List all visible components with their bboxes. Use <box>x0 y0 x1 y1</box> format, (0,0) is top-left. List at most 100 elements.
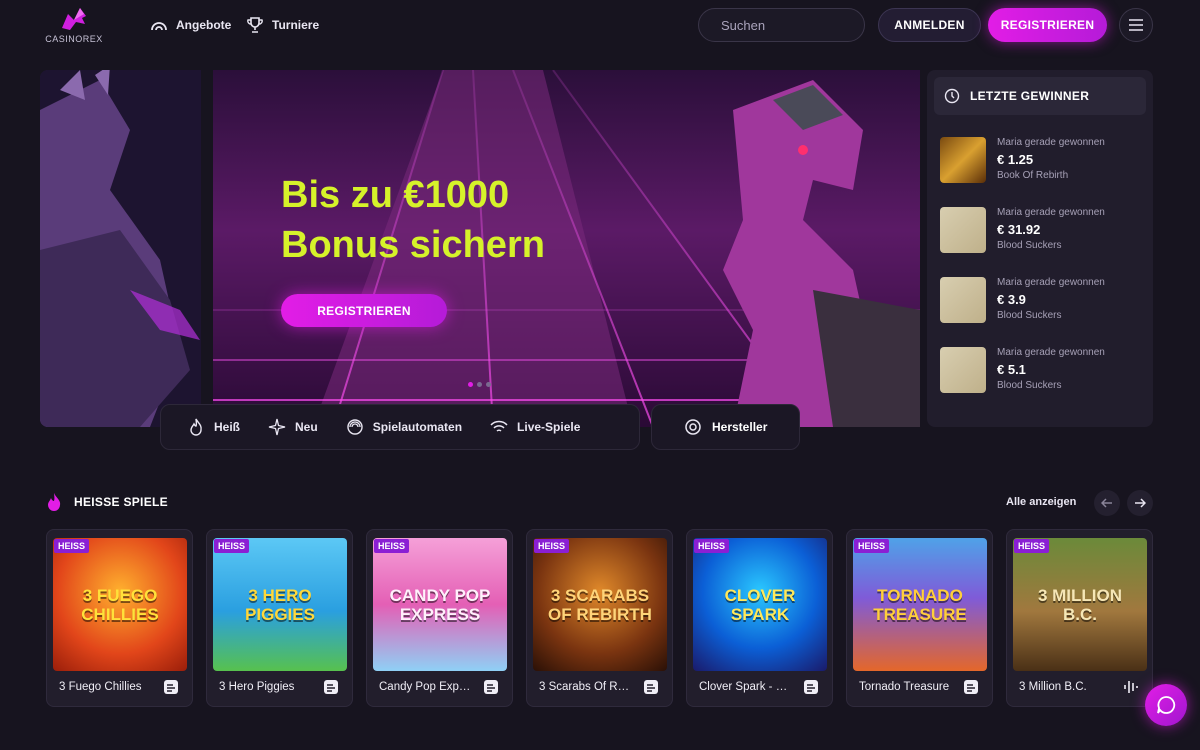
winner-who: Maria gerade gewonnen <box>997 277 1105 288</box>
game-thumbnail: 3 HERO PIGGIES <box>213 538 347 671</box>
armored-dragon-illustration <box>40 70 201 427</box>
hot-badge: HEISS <box>694 539 730 553</box>
arrow-left-icon <box>1101 498 1112 508</box>
slots-icon <box>346 419 363 435</box>
game-card[interactable]: HEISS TORNADO TREASURE Tornado Treasure <box>846 529 993 707</box>
game-card[interactable]: HEISS 3 HERO PIGGIES 3 Hero Piggies <box>206 529 353 707</box>
game-card[interactable]: HEISS CLOVER SPARK Clover Spark - Hold &… <box>686 529 833 707</box>
category-bar: Heiß Neu Spielautomaten Live-Spiele <box>160 404 640 450</box>
winner-item[interactable]: Maria gerade gewonnen € 5.1 Blood Sucker… <box>940 347 1150 409</box>
game-thumbnail: TORNADO TREASURE <box>853 538 987 671</box>
category-hot[interactable]: Heiß <box>187 418 240 436</box>
game-art-title: TORNADO TREASURE <box>873 585 967 624</box>
winners-title: LETZTE GEWINNER <box>970 89 1090 103</box>
audio-wave-icon[interactable] <box>1122 678 1140 696</box>
search-input[interactable] <box>721 17 897 33</box>
winner-who: Maria gerade gewonnen <box>997 207 1105 218</box>
category-slots-label: Spielautomaten <box>372 420 463 434</box>
blood-suckers-thumbnail <box>940 347 986 393</box>
game-info-icon[interactable] <box>482 678 500 696</box>
game-name: Clover Spark - Hold & Hit <box>699 681 793 693</box>
dragon-logo-icon <box>62 8 86 30</box>
chat-button[interactable] <box>1145 684 1187 726</box>
game-name: 3 Million B.C. <box>1019 681 1087 693</box>
hamburger-icon <box>1129 19 1143 31</box>
game-art-title: 3 HERO PIGGIES <box>245 585 315 624</box>
recent-winners-panel: LETZTE GEWINNER Maria gerade gewonnen € … <box>927 70 1153 427</box>
live-icon <box>490 420 508 432</box>
game-card[interactable]: HEISS 3 FUEGO CHILLIES 3 Fuego Chillies <box>46 529 193 707</box>
category-new-label: Neu <box>295 420 318 434</box>
category-live[interactable]: Live-Spiele <box>490 418 580 436</box>
flame-icon <box>190 418 202 436</box>
menu-button[interactable] <box>1119 8 1153 42</box>
game-art-title: 3 SCARABS OF REBIRTH <box>548 585 652 624</box>
blood-suckers-thumbnail <box>940 277 986 323</box>
casinorex-logo[interactable]: CASINOREX <box>44 6 104 44</box>
carousel-dots <box>468 382 491 387</box>
game-name: Candy Pop Express <box>379 681 473 693</box>
game-card[interactable]: HEISS 3 MILLION B.C. 3 Million B.C. <box>1006 529 1153 707</box>
trophy-icon <box>247 17 263 33</box>
category-slots[interactable]: Spielautomaten <box>346 418 462 436</box>
game-name: 3 Fuego Chillies <box>59 681 142 693</box>
game-thumbnail: 3 FUEGO CHILLIES <box>53 538 187 671</box>
game-thumbnail: CANDY POP EXPRESS <box>373 538 507 671</box>
logo-wordmark: CASINOREX <box>45 34 103 44</box>
game-info-icon[interactable] <box>322 678 340 696</box>
winner-amount: € 31.92 <box>997 222 1041 237</box>
hot-games-title: HEISSE SPIELE <box>74 495 168 509</box>
game-info-icon[interactable] <box>162 678 180 696</box>
game-thumbnail: 3 SCARABS OF REBIRTH <box>533 538 667 671</box>
chat-icon <box>1157 696 1176 714</box>
winner-item[interactable]: Maria gerade gewonnen € 3.9 Blood Sucker… <box>940 277 1150 339</box>
login-button[interactable]: ANMELDEN <box>878 8 981 42</box>
arrow-right-icon <box>1135 498 1146 508</box>
game-info-icon[interactable] <box>802 678 820 696</box>
game-thumbnail: CLOVER SPARK <box>693 538 827 671</box>
prev-arrow-button[interactable] <box>1094 490 1120 516</box>
offers-icon <box>151 22 167 31</box>
hot-badge: HEISS <box>374 539 410 553</box>
game-card[interactable]: HEISS 3 SCARABS OF REBIRTH 3 Scarabs Of … <box>526 529 673 707</box>
see-all-link[interactable]: Alle anzeigen <box>1006 496 1076 508</box>
search-box[interactable] <box>698 8 897 42</box>
nav-offers-label: Angebote <box>176 18 232 32</box>
providers-button[interactable]: Hersteller <box>651 404 800 450</box>
blood-suckers-thumbnail <box>940 207 986 253</box>
hero-prev-slide[interactable] <box>40 70 201 427</box>
game-thumbnail: 3 MILLION B.C. <box>1013 538 1147 671</box>
winner-who: Maria gerade gewonnen <box>997 137 1105 148</box>
hero-title-line2: Bonus sichern <box>281 224 545 266</box>
nav-offers[interactable]: Angebote <box>150 12 231 38</box>
providers-label: Hersteller <box>712 420 768 434</box>
carousel-dot[interactable] <box>477 382 482 387</box>
hero-banner[interactable]: Bis zu €1000 Bonus sichern REGISTRIEREN <box>213 70 920 427</box>
hot-games-carousel: HEISS 3 FUEGO CHILLIES 3 Fuego Chillies … <box>46 529 1154 707</box>
winner-item[interactable]: Maria gerade gewonnen € 31.92 Blood Suck… <box>940 207 1150 269</box>
carousel-dot-active[interactable] <box>468 382 473 387</box>
game-info-icon[interactable] <box>962 678 980 696</box>
game-card[interactable]: HEISS CANDY POP EXPRESS Candy Pop Expres… <box>366 529 513 707</box>
nav-tournaments-label: Turniere <box>272 18 320 32</box>
winner-game: Blood Suckers <box>997 310 1062 321</box>
carousel-dot[interactable] <box>486 382 491 387</box>
winner-item[interactable]: Maria gerade gewonnen € 1.25 Book Of Reb… <box>940 137 1150 199</box>
game-art-title: CANDY POP EXPRESS <box>389 585 491 624</box>
winner-amount: € 1.25 <box>997 152 1034 167</box>
next-arrow-button[interactable] <box>1127 490 1153 516</box>
hot-badge: HEISS <box>214 539 250 553</box>
game-art-title: CLOVER SPARK <box>724 585 796 624</box>
category-new[interactable]: Neu <box>268 418 318 436</box>
register-button[interactable]: REGISTRIEREN <box>988 8 1107 42</box>
top-header: CASINOREX Angebote Turniere ANMELDEN REG… <box>0 0 1200 50</box>
providers-icon <box>685 419 701 435</box>
hero-register-button[interactable]: REGISTRIEREN <box>281 294 447 327</box>
category-hot-label: Heiß <box>214 420 241 434</box>
winner-who: Maria gerade gewonnen <box>997 347 1105 358</box>
hero-title-line1: Bis zu €1000 <box>281 174 510 216</box>
nav-tournaments[interactable]: Turniere <box>246 12 319 38</box>
game-name: Tornado Treasure <box>859 681 950 693</box>
winner-game: Blood Suckers <box>997 380 1062 391</box>
game-info-icon[interactable] <box>642 678 660 696</box>
